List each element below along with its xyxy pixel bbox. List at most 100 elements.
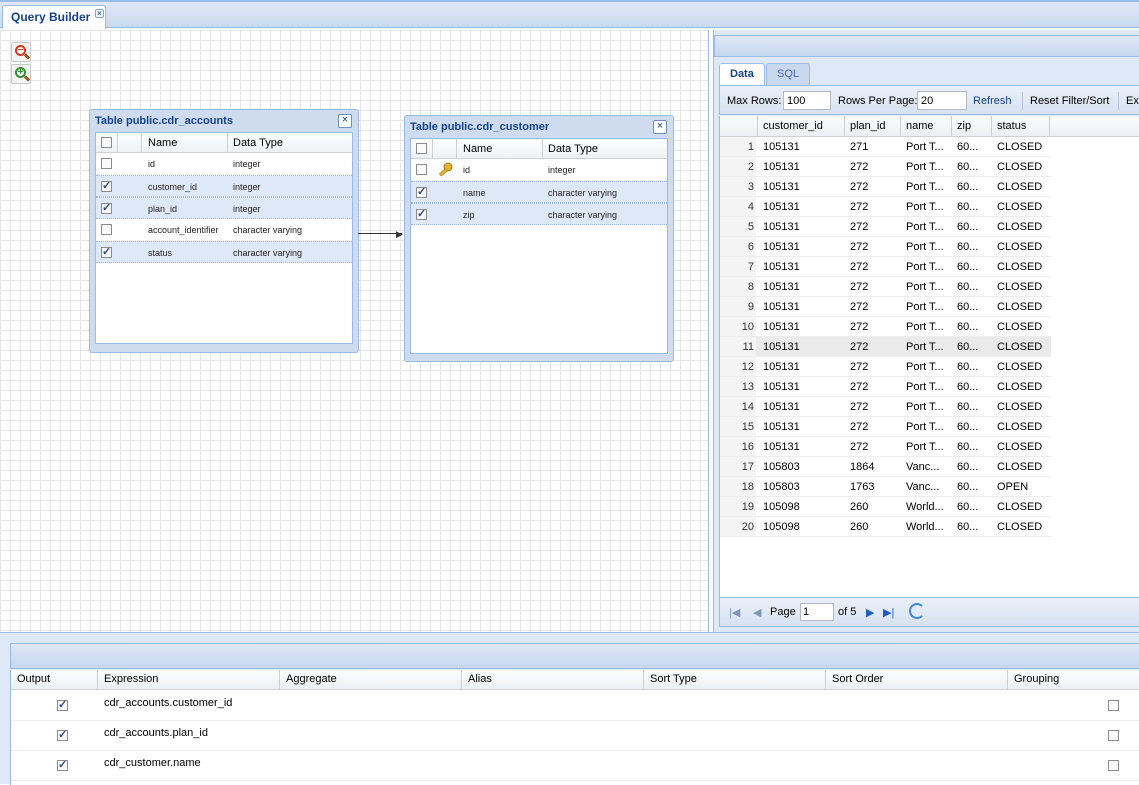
field-checkbox[interactable]: [101, 201, 112, 214]
expression-row[interactable]: cdr_customer.name: [11, 751, 1139, 781]
row-number: 13: [720, 377, 756, 396]
table-row[interactable]: 4 105131 272 Port T... 60... CLOSED: [720, 197, 1051, 217]
table-row[interactable]: 5 105131 272 Port T... 60... CLOSED: [720, 217, 1051, 237]
table-window-cdr-accounts[interactable]: Table public.cdr_accounts × Name Data Ty…: [89, 109, 359, 353]
grouping-checkbox[interactable]: [1108, 700, 1119, 711]
col-header[interactable]: zip: [952, 116, 992, 137]
col-header[interactable]: Sort Type: [644, 670, 826, 690]
field-checkbox[interactable]: [101, 224, 112, 235]
table-cell: 60...: [957, 341, 979, 353]
row-number: 2: [720, 157, 756, 176]
expression-text[interactable]: cdr_accounts.plan_id: [104, 727, 208, 739]
table-row[interactable]: 11 105131 272 Port T... 60... CLOSED: [720, 337, 1051, 357]
field-type: character varying: [233, 225, 303, 235]
field-row[interactable]: plan_id integer: [96, 197, 352, 219]
field-name: account_identifier: [148, 225, 219, 235]
col-header[interactable]: customer_id: [758, 116, 845, 137]
col-header[interactable]: Output: [11, 670, 98, 690]
table-row[interactable]: 2 105131 272 Port T... 60... CLOSED: [720, 157, 1051, 177]
field-row[interactable]: zip character varying: [411, 203, 667, 225]
table-cell: CLOSED: [997, 421, 1043, 433]
refresh-button[interactable]: Refresh: [973, 95, 1012, 107]
export-button[interactable]: Ex: [1126, 95, 1139, 107]
table-row[interactable]: 12 105131 272 Port T... 60... CLOSED: [720, 357, 1051, 377]
close-icon[interactable]: ×: [338, 114, 352, 128]
col-header[interactable]: Sort Order: [826, 670, 1008, 690]
table-row[interactable]: 20 105098 260 World... 60... CLOSED: [720, 517, 1051, 537]
table-row[interactable]: 3 105131 272 Port T... 60... CLOSED: [720, 177, 1051, 197]
expression-row[interactable]: cdr_accounts.plan_id: [11, 721, 1139, 751]
zoom-out-button[interactable]: −: [11, 42, 31, 62]
output-checkbox[interactable]: [57, 758, 68, 771]
col-header[interactable]: Aggregate: [280, 670, 462, 690]
max-rows-input[interactable]: [783, 91, 831, 110]
last-page-icon[interactable]: ▶|: [883, 606, 894, 619]
field-checkbox[interactable]: [101, 158, 112, 169]
field-checkbox[interactable]: [416, 185, 427, 198]
top-tab-strip: Query Builder ×: [0, 0, 1139, 29]
col-data-type: Data Type: [548, 143, 598, 155]
row-number: 10: [720, 317, 756, 336]
table-row[interactable]: 1 105131 271 Port T... 60... CLOSED: [720, 137, 1051, 157]
table-row[interactable]: 13 105131 272 Port T... 60... CLOSED: [720, 377, 1051, 397]
select-all-checkbox[interactable]: [101, 137, 112, 148]
grouping-checkbox[interactable]: [1108, 730, 1119, 741]
field-row[interactable]: id integer: [411, 159, 667, 181]
output-checkbox[interactable]: [57, 728, 68, 741]
table-row[interactable]: 6 105131 272 Port T... 60... CLOSED: [720, 237, 1051, 257]
field-row[interactable]: id integer: [96, 153, 352, 175]
field-checkbox[interactable]: [416, 207, 427, 220]
results-panel-header: [714, 35, 1139, 57]
table-row[interactable]: 7 105131 272 Port T... 60... CLOSED: [720, 257, 1051, 277]
reset-filter-sort-button[interactable]: Reset Filter/Sort: [1030, 95, 1109, 107]
table-cell: CLOSED: [997, 201, 1043, 213]
rows-per-page-input[interactable]: [917, 91, 967, 110]
select-all-checkbox[interactable]: [416, 143, 427, 154]
field-row[interactable]: status character varying: [96, 241, 352, 263]
close-icon[interactable]: ×: [95, 9, 104, 18]
first-page-icon[interactable]: |◀: [729, 606, 740, 619]
page-input[interactable]: [800, 603, 834, 621]
row-number: 9: [720, 297, 756, 316]
field-checkbox[interactable]: [101, 245, 112, 258]
table-row[interactable]: 19 105098 260 World... 60... CLOSED: [720, 497, 1051, 517]
expression-text[interactable]: cdr_customer.name: [104, 757, 201, 769]
prev-page-icon[interactable]: ◀: [753, 606, 761, 619]
field-type: character varying: [548, 188, 618, 198]
col-header[interactable]: Expression: [98, 670, 280, 690]
zoom-in-button[interactable]: +: [11, 64, 31, 84]
expression-row[interactable]: cdr_accounts.customer_id: [11, 691, 1139, 721]
tab-query-builder[interactable]: Query Builder ×: [2, 5, 106, 29]
table-row[interactable]: 10 105131 272 Port T... 60... CLOSED: [720, 317, 1051, 337]
table-row[interactable]: 14 105131 272 Port T... 60... CLOSED: [720, 397, 1051, 417]
table-cell: 60...: [957, 221, 979, 233]
table-window-cdr-customer[interactable]: Table public.cdr_customer × Name Data Ty…: [404, 115, 674, 362]
tab-sql[interactable]: SQL: [766, 63, 811, 85]
table-cell: 105131: [763, 261, 800, 273]
field-row[interactable]: customer_id integer: [96, 175, 352, 197]
field-row[interactable]: name character varying: [411, 181, 667, 203]
col-header[interactable]: status: [992, 116, 1050, 137]
output-checkbox[interactable]: [57, 698, 68, 711]
refresh-icon[interactable]: [909, 603, 925, 619]
table-row[interactable]: 8 105131 272 Port T... 60... CLOSED: [720, 277, 1051, 297]
table-row[interactable]: 16 105131 272 Port T... 60... CLOSED: [720, 437, 1051, 457]
table-row[interactable]: 9 105131 272 Port T... 60... CLOSED: [720, 297, 1051, 317]
col-header[interactable]: Alias: [462, 670, 644, 690]
col-header[interactable]: Grouping: [1008, 670, 1139, 690]
field-row[interactable]: account_identifier character varying: [96, 219, 352, 241]
table-row[interactable]: 17 105803 1864 Vanc... 60... CLOSED: [720, 457, 1051, 477]
field-checkbox[interactable]: [101, 179, 112, 192]
col-header[interactable]: plan_id: [845, 116, 901, 137]
next-page-icon[interactable]: ▶: [866, 606, 874, 619]
pager-toolbar: |◀ ◀ Page of 5 ▶ ▶|: [719, 597, 1139, 627]
table-cell: 105131: [763, 161, 800, 173]
tab-data[interactable]: Data: [719, 63, 765, 85]
table-row[interactable]: 18 105803 1763 Vanc... 60... OPEN: [720, 477, 1051, 497]
expression-text[interactable]: cdr_accounts.customer_id: [104, 697, 232, 709]
field-checkbox[interactable]: [416, 164, 427, 175]
col-header[interactable]: name: [901, 116, 952, 137]
table-row[interactable]: 15 105131 272 Port T... 60... CLOSED: [720, 417, 1051, 437]
close-icon[interactable]: ×: [653, 120, 667, 134]
grouping-checkbox[interactable]: [1108, 760, 1119, 771]
